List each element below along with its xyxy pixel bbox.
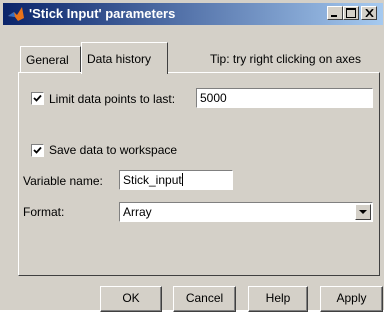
format-label: Format:	[23, 205, 65, 219]
save-workspace-label: Save data to workspace	[49, 143, 178, 157]
limit-data-input[interactable]: 5000	[196, 88, 373, 108]
tab-general[interactable]: General	[20, 46, 81, 72]
minimize-icon[interactable]	[327, 6, 343, 20]
maximize-icon[interactable]	[343, 6, 359, 20]
apply-button[interactable]: Apply	[320, 286, 383, 312]
checkmark-icon	[33, 146, 42, 154]
format-value: Array	[123, 205, 152, 219]
tab-data-history-label: Data history	[87, 52, 152, 66]
text-caret	[181, 173, 183, 186]
window-title: 'Stick Input' parameters	[29, 6, 176, 21]
ok-button[interactable]: OK	[100, 286, 162, 312]
variable-name-input[interactable]: Stick_input	[119, 170, 233, 190]
tip-text: Tip: try right clicking on axes	[210, 52, 361, 66]
chevron-down-icon[interactable]	[355, 204, 371, 220]
close-icon[interactable]	[361, 6, 377, 20]
format-dropdown[interactable]: Array	[119, 202, 373, 222]
title-bar[interactable]: 'Stick Input' parameters	[3, 3, 383, 25]
tab-general-label: General	[26, 53, 69, 67]
variable-name-value: Stick_input	[123, 173, 182, 187]
matlab-logo-icon	[7, 6, 25, 22]
tab-data-history[interactable]: Data history	[81, 42, 168, 74]
variable-name-label: Variable name:	[23, 174, 103, 188]
help-button[interactable]: Help	[248, 286, 308, 312]
cancel-button[interactable]: Cancel	[173, 286, 236, 312]
save-workspace-checkbox[interactable]	[31, 144, 44, 157]
limit-data-checkbox[interactable]	[31, 92, 44, 105]
limit-data-label: Limit data points to last:	[49, 92, 176, 106]
tab-panel: Limit data points to last: 5000 Save dat…	[18, 72, 380, 276]
dialog-window: 'Stick Input' parameters General Data hi…	[0, 0, 384, 312]
checkmark-icon	[33, 94, 42, 102]
